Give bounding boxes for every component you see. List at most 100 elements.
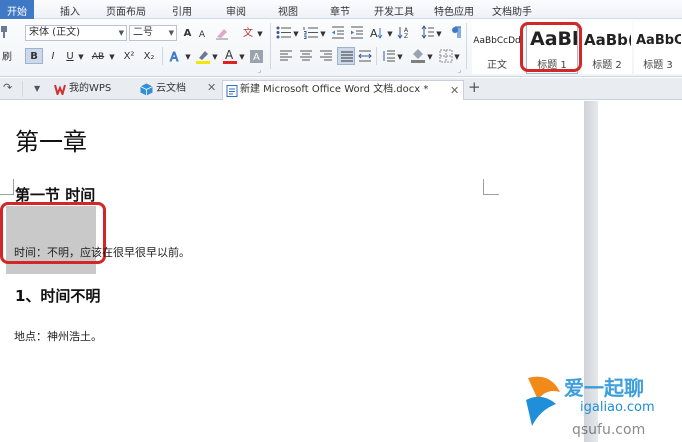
highlighter-icon[interactable] [195,48,211,64]
shading-icon[interactable] [410,48,426,64]
tab-label: 新建 Microsoft Office Word 文档.docx * [240,84,429,95]
chevron-down-icon[interactable]: ▼ [108,48,116,64]
menu-view[interactable]: 视图 [278,3,298,18]
watermark: 爱一起聊 igaliao.com qsufu.com [520,366,682,442]
clear-format-icon[interactable] [215,26,229,40]
chevron-down-icon[interactable]: ▼ [292,25,300,41]
tab-cloud-docs[interactable]: 云文档 [137,80,217,100]
char-shading-icon[interactable]: A [249,49,264,64]
style-heading-2[interactable]: AaBb( 标题 2 [582,22,632,74]
chinese-layout-icon[interactable]: A [370,26,386,40]
subsection-heading[interactable]: 1、时间不明 [15,285,100,306]
chevron-down-icon[interactable]: ▼ [211,48,219,64]
margin-corner-mark [483,179,499,195]
chevron-down-icon: ▼ [118,29,124,37]
chevron-down-icon[interactable]: ▼ [453,48,461,64]
text-effect-icon[interactable]: A [168,49,184,65]
style-name: 标题 2 [592,60,622,71]
separator [162,47,163,65]
chevron-down-icon[interactable]: ▼ [386,25,394,41]
menu-references[interactable]: 引用 [172,3,192,18]
menu-special[interactable]: 特色应用 [434,3,474,18]
close-icon[interactable]: ✕ [450,82,459,100]
chevron-down-icon[interactable]: ▼ [435,25,443,41]
shrink-font-button[interactable]: A [196,26,208,42]
menu-insert[interactable]: 插入 [60,3,80,18]
borders-icon[interactable] [439,49,453,63]
redo-icon[interactable]: ↷ [3,81,12,94]
style-name: 标题 3 [643,60,673,71]
menu-doc-assistant[interactable]: 文档助手 [492,3,532,18]
close-icon[interactable]: ✕ [207,81,216,94]
style-heading-3[interactable]: AaBbC 标题 3 [634,22,682,74]
font-size-select[interactable]: 二号 ▼ [129,25,177,41]
section-heading[interactable]: 第一节 时间 [15,184,95,205]
bullet-list-icon[interactable] [276,26,292,39]
dialog-launcher-icon[interactable]: ⌟ [258,66,261,74]
sort-icon[interactable]: AZ [397,26,411,39]
chapter-heading[interactable]: 第一章 [15,122,87,157]
chevron-down-icon[interactable]: ▼ [238,48,246,64]
strikethrough-button[interactable]: AB [88,48,108,64]
chevron-down-icon[interactable]: ▼ [256,25,264,41]
chevron-down-icon[interactable]: ▼ [396,48,404,64]
chevron-down-icon: ▼ [168,29,174,37]
document-tab-bar: ↷ ▼ 我的WPS 云文档 ✕ 新建 Microsoft Office Word… [0,78,682,100]
style-preview: AaBbC [636,33,681,48]
watermark-logo-icon [526,376,560,426]
menu-start[interactable]: 开始 [0,0,34,19]
align-center-icon[interactable] [299,50,313,62]
increase-indent-icon[interactable] [350,26,364,39]
watermark-brand: 爱一起聊 [564,376,644,400]
style-preview: AaBbCcDd [473,36,521,46]
numbered-list-icon[interactable] [303,26,319,39]
svg-text:A: A [253,52,260,63]
format-painter-button[interactable]: 刷 [0,49,14,65]
superscript-button[interactable]: X² [120,48,138,64]
tab-list-chevron-icon[interactable]: ▼ [34,84,40,93]
body-text[interactable]: 地点：神州浩土。 [14,328,102,344]
font-color-glyph: A [225,48,234,62]
bold-button[interactable]: B [25,48,43,64]
cloud-doc-icon [140,83,153,96]
svg-text:A: A [170,50,179,64]
style-normal[interactable]: AaBbCcDd 正文 [472,22,522,74]
phonetic-button[interactable]: 文 [240,25,256,41]
underline-button[interactable]: U [63,48,77,64]
paragraph-mark-icon[interactable] [449,25,463,39]
tab-my-wps[interactable]: 我的WPS [50,80,128,100]
chevron-down-icon[interactable]: ▼ [77,48,85,64]
distribute-icon[interactable] [358,50,372,62]
font-name-select[interactable]: 宋体 (正文) ▼ [25,25,127,41]
menu-developer[interactable]: 开发工具 [374,3,414,18]
align-right-icon[interactable] [319,50,333,62]
tab-label: 云文档 [156,83,186,94]
separator [376,47,377,65]
chevron-down-icon[interactable]: ▼ [319,25,327,41]
menu-chapter[interactable]: 章节 [330,3,350,18]
separator [22,81,23,97]
font-color-button[interactable]: A [222,48,238,65]
paragraph-spacing-icon[interactable] [382,50,396,62]
menu-review[interactable]: 审阅 [226,3,246,18]
style-preview: AaBb( [584,31,631,49]
align-left-icon[interactable] [279,50,293,62]
subscript-button[interactable]: X₂ [140,48,158,64]
wps-logo-icon [54,84,66,95]
decrease-indent-icon[interactable] [331,26,345,39]
justify-button[interactable] [337,47,355,65]
chevron-down-icon[interactable]: ▼ [184,48,192,64]
font-size-value: 二号 [133,27,153,38]
chevron-down-icon[interactable]: ▼ [426,48,434,64]
line-spacing-icon[interactable] [421,25,435,39]
body-text[interactable]: 时间：不明，应该在很早很早以前。 [14,244,190,260]
margin-corner-mark [0,179,14,195]
word-doc-icon [226,85,238,97]
menu-page-layout[interactable]: 页面布局 [106,3,146,18]
brush-icon [1,26,7,38]
dialog-launcher-icon[interactable]: ⌟ [458,66,461,74]
tab-current-document[interactable]: 新建 Microsoft Office Word 文档.docx * ✕ [222,80,464,100]
grow-font-button[interactable]: A [181,25,194,41]
italic-button[interactable]: I [46,48,60,64]
new-tab-button[interactable]: + [468,78,481,96]
